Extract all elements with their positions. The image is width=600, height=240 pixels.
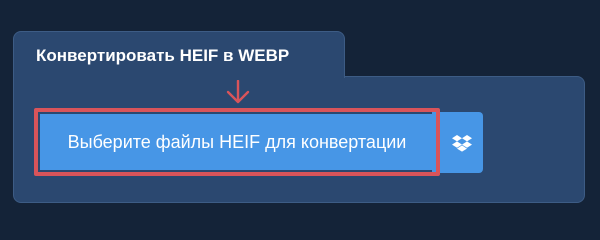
select-files-button[interactable]: Выберите файлы HEIF для конвертации bbox=[40, 114, 434, 170]
select-files-label: Выберите файлы HEIF для конвертации bbox=[67, 131, 407, 152]
highlight-frame: Выберите файлы HEIF для конвертации bbox=[34, 108, 440, 176]
dropbox-icon bbox=[451, 134, 472, 152]
converter-tab: Конвертировать HEIF в WEBP bbox=[13, 31, 345, 78]
arrow-down-icon bbox=[226, 80, 250, 104]
tab-title: Конвертировать HEIF в WEBP bbox=[36, 46, 290, 65]
